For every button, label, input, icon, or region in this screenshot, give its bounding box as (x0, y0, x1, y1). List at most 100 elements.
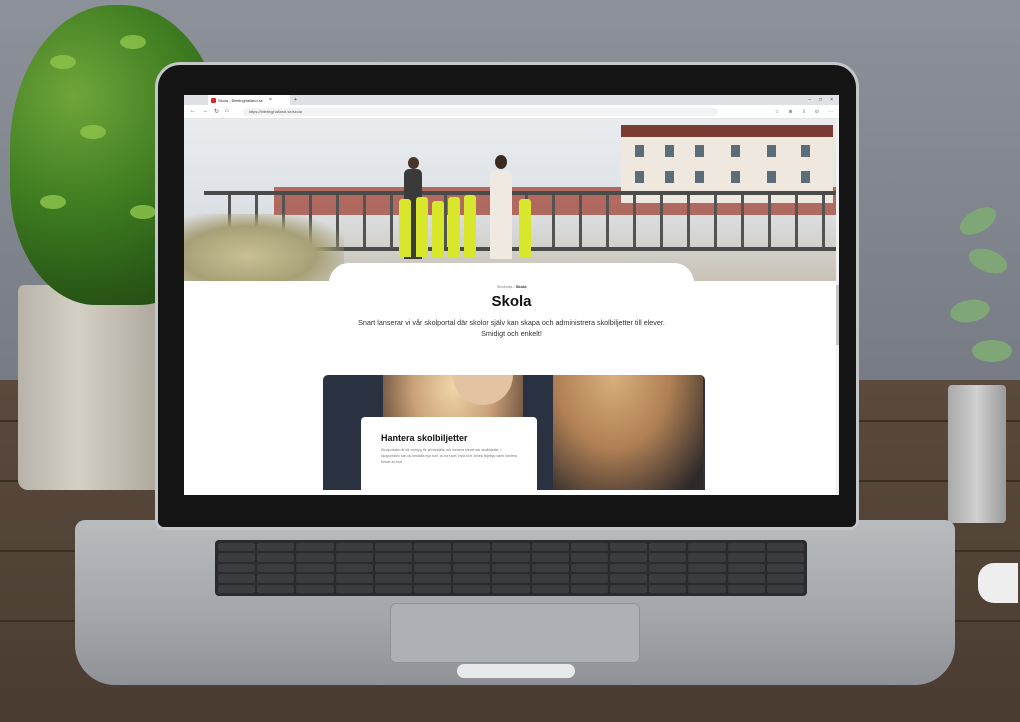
keyboard-key (335, 553, 373, 562)
more-icon[interactable]: ⋯ (828, 109, 833, 115)
keyboard-key (649, 574, 687, 583)
downloads-icon[interactable]: ⇩ (802, 109, 806, 115)
keyboard-key (570, 584, 608, 593)
laptop-notch (457, 664, 575, 678)
keyboard-key (335, 543, 373, 552)
keyboard-key (570, 563, 608, 573)
close-window-icon[interactable]: × (830, 97, 833, 103)
keyboard-key (296, 584, 334, 593)
close-tab-icon[interactable]: × (268, 97, 273, 103)
keyboard-key (531, 584, 569, 593)
keyboard-key (727, 574, 765, 583)
keyboard-key (218, 574, 256, 583)
keyboard-key (296, 574, 334, 583)
keyboard-key (453, 574, 491, 583)
tab-title: Skola - Biletinghalland.se (218, 97, 263, 103)
keyboard-key (335, 584, 373, 593)
profile-icon[interactable]: ⊙ (815, 109, 819, 115)
page-title: Skola (491, 293, 532, 310)
minimize-icon[interactable]: – (808, 97, 811, 103)
feature-card[interactable]: Hantera skolbiljetter Skolportalen är et… (323, 375, 705, 490)
new-tab-icon[interactable]: + (293, 97, 298, 103)
mouse (978, 563, 1018, 603)
keyboard-key (257, 574, 295, 583)
hero-person (490, 171, 512, 259)
keyboard-key (374, 543, 412, 552)
keyboard-key (531, 574, 569, 583)
home-icon[interactable]: ⌂ (225, 108, 229, 115)
keyboard-key (296, 563, 334, 573)
keyboard-key (688, 574, 726, 583)
hero-child (448, 197, 460, 257)
refresh-icon[interactable]: ↻ (214, 108, 219, 115)
keyboard-key (727, 563, 765, 573)
keyboard-key (688, 584, 726, 593)
breadcrumb-home[interactable]: Startsida (497, 284, 513, 289)
hero-child (519, 199, 531, 257)
forward-icon[interactable]: → (202, 108, 208, 115)
url-text: https://biletinghalland.se/skola (248, 109, 303, 114)
hero-person-head (495, 155, 507, 169)
keyboard-key (257, 553, 295, 562)
laptop-keyboard (215, 540, 807, 596)
keyboard-key (453, 563, 491, 573)
hero-person-head (408, 157, 419, 169)
keyboard-key (649, 553, 687, 562)
keyboard-key (414, 553, 452, 562)
keyboard-key (492, 563, 530, 573)
keyboard-key (727, 584, 765, 593)
favorite-icon[interactable]: ☆ (775, 109, 779, 115)
lead-line-1: Snart lanserar vi vår skolportal där sko… (358, 318, 665, 327)
maximize-icon[interactable]: □ (819, 97, 822, 103)
keyboard-key (610, 574, 648, 583)
hero-foreground-blur (184, 214, 344, 281)
scrollbar-thumb[interactable] (836, 285, 839, 345)
keyboard-key (218, 543, 256, 552)
keyboard-key (453, 584, 491, 593)
hero-child (432, 201, 444, 257)
card-title: Hantera skolbiljetter (381, 433, 468, 443)
keyboard-key (610, 563, 648, 573)
lead-line-2: Smidigt och enkelt! (481, 329, 542, 338)
keyboard-key (766, 584, 804, 593)
keyboard-key (218, 584, 256, 593)
keyboard-key (610, 543, 648, 552)
keyboard-key (492, 574, 530, 583)
keyboard-key (688, 543, 726, 552)
keyboard-key (414, 574, 452, 583)
keyboard-key (531, 553, 569, 562)
keyboard-key (414, 563, 452, 573)
keyboard-key (374, 563, 412, 573)
hero-child (464, 195, 476, 257)
card-content: Hantera skolbiljetter Skolportalen är et… (361, 417, 537, 490)
browser-tab[interactable]: Skola - Biletinghalland.se × (208, 95, 290, 105)
keyboard-key (649, 584, 687, 593)
keyboard-key (296, 553, 334, 562)
keyboard-key (766, 543, 804, 552)
keyboard-key (766, 563, 804, 573)
keyboard-key (610, 553, 648, 562)
hero-child (416, 197, 428, 257)
keyboard-key (649, 543, 687, 552)
keyboard-key (296, 543, 334, 552)
keyboard-key (610, 584, 648, 593)
hero-image (184, 119, 839, 281)
keyboard-key (218, 563, 256, 573)
keyboard-key (570, 553, 608, 562)
page-lead: Snart lanserar vi vår skolportal där sko… (292, 317, 732, 339)
extensions-icon[interactable]: ⊕ (788, 109, 792, 115)
keyboard-key (374, 553, 412, 562)
favicon-icon (211, 97, 216, 103)
laptop-screen: Skola - Biletinghalland.se × + – □ × ← →… (184, 95, 839, 495)
browser-toolbar: ← → ↻ ⌂ https://biletinghalland.se/skola… (184, 105, 839, 119)
keyboard-key (453, 553, 491, 562)
keyboard-key (688, 563, 726, 573)
keyboard-key (257, 563, 295, 573)
keyboard-key (374, 574, 412, 583)
back-icon[interactable]: ← (190, 108, 196, 115)
address-bar[interactable]: https://biletinghalland.se/skola (242, 107, 718, 116)
breadcrumb-current: Skola (515, 284, 527, 289)
breadcrumb: Startsida / Skola (184, 284, 839, 289)
keyboard-key (257, 543, 295, 552)
keyboard-key (414, 543, 452, 552)
